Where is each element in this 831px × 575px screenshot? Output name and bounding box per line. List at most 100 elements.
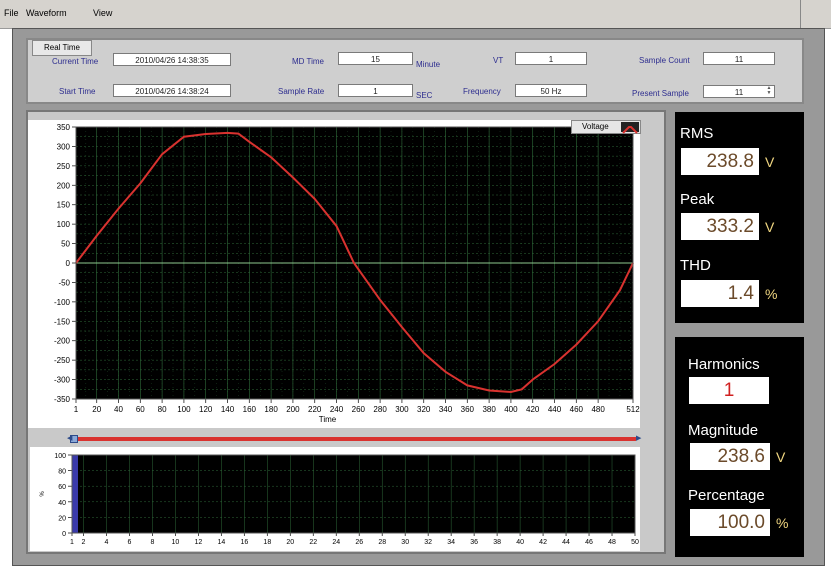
x-tick-label: 320	[417, 405, 431, 414]
y-tick-label: -50	[58, 278, 70, 287]
harmonics-x-tick-label: 38	[493, 539, 501, 546]
x-tick-label: 280	[373, 405, 387, 414]
chart-legend[interactable]: Voltage	[571, 120, 641, 134]
harmonic-number-field[interactable]: 1	[689, 377, 769, 404]
x-tick-label: 240	[330, 405, 344, 414]
legend-label: Voltage	[582, 122, 609, 131]
x-tick-label: 160	[243, 405, 257, 414]
harmonic-bar	[72, 455, 78, 533]
percentage-label: Percentage	[688, 487, 765, 504]
peak-value: 333.2	[681, 213, 759, 240]
harmonics-x-tick-label: 32	[424, 539, 432, 546]
harmonics-x-tick-label: 40	[516, 539, 524, 546]
x-tick-label: 140	[221, 405, 235, 414]
vt-field[interactable]: 1	[515, 52, 587, 65]
rms-unit: V	[765, 154, 775, 170]
y-tick-label: 100	[57, 220, 71, 229]
stepper-arrows-icon[interactable]: ▲ ▼	[765, 86, 773, 97]
vt-label: VT	[493, 56, 504, 65]
menu-file[interactable]: File	[4, 8, 19, 18]
tab-real-time[interactable]: Real Time	[32, 40, 92, 56]
y-tick-label: -150	[54, 317, 71, 326]
harmonics-x-tick-label: 34	[447, 539, 455, 546]
rms-label: RMS	[680, 125, 714, 142]
thd-value: 1.4	[681, 280, 759, 307]
harmonics-plot-area	[72, 455, 635, 533]
sample-rate-field[interactable]: 1	[338, 84, 413, 97]
harmonics-x-tick-label: 14	[217, 539, 225, 546]
harmonics-y-tick-label: 0	[62, 531, 66, 538]
frequency-label: Frequency	[463, 87, 501, 96]
harmonics-x-tick-label: 48	[608, 539, 616, 546]
legend-swatch-icon	[621, 122, 639, 134]
x-tick-label: 1	[74, 405, 79, 414]
harmonics-x-tick-label: 36	[470, 539, 478, 546]
harmonics-x-tick-label: 16	[240, 539, 248, 546]
harmonics-y-tick-label: 80	[58, 469, 66, 476]
harmonics-x-tick-label: 20	[286, 539, 294, 546]
harmonics-y-tick-label: 20	[58, 515, 66, 522]
x-tick-label: 80	[158, 405, 167, 414]
sample-count-label: Sample Count	[639, 56, 690, 65]
magnitude-value: 238.6	[690, 443, 770, 470]
x-tick-label: 440	[548, 405, 562, 414]
menu-bar: File Waveform View	[0, 0, 831, 29]
frequency-field[interactable]: 50 Hz	[515, 84, 587, 97]
harmonics-x-tick-label: 50	[631, 539, 639, 546]
sample-rate-unit: SEC	[416, 91, 433, 100]
harmonics-y-tick-label: 100	[54, 453, 66, 460]
current-time-field[interactable]: 2010/04/26 14:38:35	[113, 53, 231, 66]
y-tick-label: 50	[61, 240, 70, 249]
magnitude-label: Magnitude	[688, 422, 759, 439]
harmonics-x-tick-label: 8	[150, 539, 154, 546]
x-tick-label: 40	[114, 405, 123, 414]
scroll-right-arrow-icon[interactable]: ▶	[636, 434, 641, 442]
x-tick-label: 380	[482, 405, 496, 414]
scroll-left-arrow-icon[interactable]: ◀	[67, 434, 72, 442]
x-tick-label: 340	[439, 405, 453, 414]
x-tick-label: 460	[570, 405, 584, 414]
x-tick-label: 60	[136, 405, 145, 414]
harmonics-spectrum-chart: 1008060402001 2 4 6 8 10 12 14 16 18 20 22 24 26 28 30 3…	[30, 447, 640, 551]
sample-count-field[interactable]: 11	[703, 52, 775, 65]
x-tick-label: 120	[199, 405, 213, 414]
x-tick-label: 420	[526, 405, 540, 414]
start-time-label: Start Time	[59, 87, 96, 96]
waveform-scrollbar[interactable]: ◀ ▶	[67, 434, 642, 443]
current-time-label: Current Time	[52, 57, 99, 66]
sample-rate-label: Sample Rate	[278, 87, 325, 96]
harmonics-y-tick-label: 60	[58, 484, 66, 491]
y-tick-label: -250	[54, 356, 71, 365]
present-sample-label: Present Sample	[632, 89, 689, 98]
y-tick-label: -350	[54, 395, 71, 404]
harmonics-x-tick-label: 46	[585, 539, 593, 546]
thd-unit: %	[765, 286, 778, 302]
x-tick-label: 180	[264, 405, 278, 414]
x-tick-label: 300	[395, 405, 409, 414]
harmonics-x-tick-label: 6	[127, 539, 131, 546]
harmonics-x-tick-label: 44	[562, 539, 570, 546]
y-tick-label: 0	[66, 259, 71, 268]
percentage-unit: %	[776, 515, 789, 531]
harmonics-x-tick-label: 42	[539, 539, 547, 546]
x-tick-label: 512	[626, 405, 640, 414]
harmonics-y-tick-label: 40	[58, 500, 66, 507]
md-time-field[interactable]: 15	[338, 52, 413, 65]
present-sample-stepper[interactable]: 11 ▲ ▼	[703, 85, 775, 98]
start-time-field[interactable]: 2010/04/26 14:38:24	[113, 84, 231, 97]
y-tick-label: 250	[57, 162, 71, 171]
md-time-label: MD Time	[292, 57, 324, 66]
x-tick-label: 20	[92, 405, 101, 414]
harmonics-x-tick-label: 26	[355, 539, 363, 546]
menu-view[interactable]: View	[93, 8, 112, 18]
harmonics-x-tick-label: 22	[309, 539, 317, 546]
harmonics-x-tick-label: 12	[194, 539, 202, 546]
y-tick-label: 300	[57, 142, 71, 151]
harmonics-x-tick-label: 10	[172, 539, 180, 546]
menu-divider	[800, 0, 801, 28]
x-tick-label: 100	[177, 405, 191, 414]
scroll-track[interactable]	[74, 437, 636, 441]
percentage-value: 100.0	[690, 509, 770, 536]
x-axis-label: Time	[319, 415, 337, 424]
menu-waveform[interactable]: Waveform	[26, 8, 67, 18]
